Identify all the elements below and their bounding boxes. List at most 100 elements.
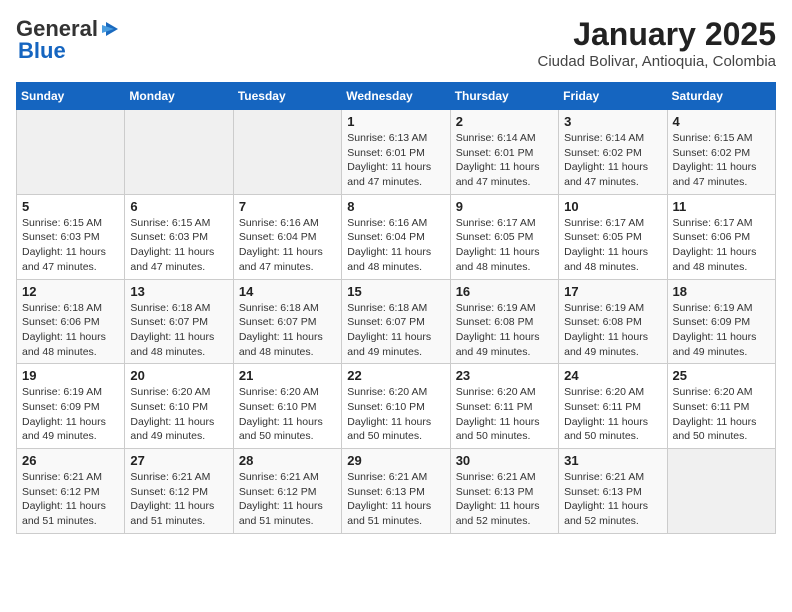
day-info: Sunrise: 6:15 AMSunset: 6:02 PMDaylight:… <box>673 131 770 190</box>
day-info: Sunrise: 6:20 AMSunset: 6:10 PMDaylight:… <box>239 385 336 444</box>
calendar-cell: 15 Sunrise: 6:18 AMSunset: 6:07 PMDayligh… <box>342 279 450 364</box>
column-header-thursday: Thursday <box>450 83 558 110</box>
day-number: 23 <box>456 368 553 383</box>
calendar-cell: 12 Sunrise: 6:18 AMSunset: 6:06 PMDayligh… <box>17 279 125 364</box>
logo-bird-icon <box>100 18 122 40</box>
calendar-week-row: 1 Sunrise: 6:13 AMSunset: 6:01 PMDaylight… <box>17 110 776 195</box>
page-header: General Blue January 2025 Ciudad Bolivar… <box>16 16 776 70</box>
day-number: 27 <box>130 453 227 468</box>
day-info: Sunrise: 6:18 AMSunset: 6:07 PMDaylight:… <box>130 301 227 360</box>
calendar-cell: 16 Sunrise: 6:19 AMSunset: 6:08 PMDayligh… <box>450 279 558 364</box>
day-number: 13 <box>130 284 227 299</box>
calendar-cell: 29 Sunrise: 6:21 AMSunset: 6:13 PMDayligh… <box>342 449 450 534</box>
calendar-cell: 1 Sunrise: 6:13 AMSunset: 6:01 PMDaylight… <box>342 110 450 195</box>
column-header-friday: Friday <box>559 83 667 110</box>
day-number: 12 <box>22 284 119 299</box>
calendar-week-row: 12 Sunrise: 6:18 AMSunset: 6:06 PMDayligh… <box>17 279 776 364</box>
day-number: 26 <box>22 453 119 468</box>
calendar-cell: 2Sunrise: 6:14 AMSunset: 6:01 PMDaylight… <box>450 110 558 195</box>
day-number: 17 <box>564 284 661 299</box>
calendar-cell: 13 Sunrise: 6:18 AMSunset: 6:07 PMDayligh… <box>125 279 233 364</box>
day-info: Sunrise: 6:20 AMSunset: 6:11 PMDaylight:… <box>673 385 770 444</box>
page-title: January 2025 <box>538 16 776 53</box>
day-number: 25 <box>673 368 770 383</box>
calendar-cell: 23 Sunrise: 6:20 AMSunset: 6:11 PMDayligh… <box>450 364 558 449</box>
calendar-cell: 19Sunrise: 6:19 AMSunset: 6:09 PMDayligh… <box>17 364 125 449</box>
day-number: 2 <box>456 114 553 129</box>
day-info: Sunrise: 6:19 AMSunset: 6:08 PMDaylight:… <box>564 301 661 360</box>
column-header-sunday: Sunday <box>17 83 125 110</box>
day-info: Sunrise: 6:20 AMSunset: 6:11 PMDaylight:… <box>456 385 553 444</box>
day-number: 28 <box>239 453 336 468</box>
day-number: 20 <box>130 368 227 383</box>
logo-blue: Blue <box>18 38 66 64</box>
calendar-cell: 20 Sunrise: 6:20 AMSunset: 6:10 PMDayligh… <box>125 364 233 449</box>
calendar-cell: 25 Sunrise: 6:20 AMSunset: 6:11 PMDayligh… <box>667 364 775 449</box>
day-number: 15 <box>347 284 444 299</box>
day-number: 31 <box>564 453 661 468</box>
day-number: 6 <box>130 199 227 214</box>
day-number: 3 <box>564 114 661 129</box>
day-info: Sunrise: 6:15 AMSunset: 6:03 PMDaylight:… <box>22 216 119 275</box>
calendar-cell: 26 Sunrise: 6:21 AMSunset: 6:12 PMDayligh… <box>17 449 125 534</box>
calendar-header-row: SundayMondayTuesdayWednesdayThursdayFrid… <box>17 83 776 110</box>
page-subtitle: Ciudad Bolivar, Antioquia, Colombia <box>538 53 776 70</box>
calendar-cell: 24Sunrise: 6:20 AMSunset: 6:11 PMDayligh… <box>559 364 667 449</box>
day-info: Sunrise: 6:20 AMSunset: 6:10 PMDaylight:… <box>347 385 444 444</box>
day-info: Sunrise: 6:16 AMSunset: 6:04 PMDaylight:… <box>239 216 336 275</box>
day-info: Sunrise: 6:21 AMSunset: 6:12 PMDaylight:… <box>239 470 336 529</box>
day-number: 21 <box>239 368 336 383</box>
calendar-cell: 27 Sunrise: 6:21 AMSunset: 6:12 PMDayligh… <box>125 449 233 534</box>
day-number: 16 <box>456 284 553 299</box>
calendar-table: SundayMondayTuesdayWednesdayThursdayFrid… <box>16 82 776 534</box>
day-info: Sunrise: 6:21 AMSunset: 6:13 PMDaylight:… <box>347 470 444 529</box>
day-number: 18 <box>673 284 770 299</box>
day-number: 1 <box>347 114 444 129</box>
day-info: Sunrise: 6:19 AMSunset: 6:08 PMDaylight:… <box>456 301 553 360</box>
calendar-cell: 9 Sunrise: 6:17 AMSunset: 6:05 PMDaylight… <box>450 194 558 279</box>
column-header-monday: Monday <box>125 83 233 110</box>
calendar-cell <box>17 110 125 195</box>
calendar-week-row: 5 Sunrise: 6:15 AMSunset: 6:03 PMDaylight… <box>17 194 776 279</box>
column-header-tuesday: Tuesday <box>233 83 341 110</box>
calendar-cell <box>233 110 341 195</box>
day-number: 29 <box>347 453 444 468</box>
calendar-cell: 22 Sunrise: 6:20 AMSunset: 6:10 PMDayligh… <box>342 364 450 449</box>
calendar-cell: 18Sunrise: 6:19 AMSunset: 6:09 PMDayligh… <box>667 279 775 364</box>
day-number: 10 <box>564 199 661 214</box>
day-info: Sunrise: 6:18 AMSunset: 6:07 PMDaylight:… <box>347 301 444 360</box>
calendar-week-row: 19Sunrise: 6:19 AMSunset: 6:09 PMDayligh… <box>17 364 776 449</box>
column-header-saturday: Saturday <box>667 83 775 110</box>
day-info: Sunrise: 6:21 AMSunset: 6:13 PMDaylight:… <box>564 470 661 529</box>
day-info: Sunrise: 6:18 AMSunset: 6:06 PMDaylight:… <box>22 301 119 360</box>
calendar-cell: 14Sunrise: 6:18 AMSunset: 6:07 PMDayligh… <box>233 279 341 364</box>
calendar-cell <box>125 110 233 195</box>
calendar-cell: 6 Sunrise: 6:15 AMSunset: 6:03 PMDaylight… <box>125 194 233 279</box>
day-info: Sunrise: 6:14 AMSunset: 6:02 PMDaylight:… <box>564 131 661 190</box>
day-info: Sunrise: 6:21 AMSunset: 6:12 PMDaylight:… <box>22 470 119 529</box>
day-info: Sunrise: 6:17 AMSunset: 6:05 PMDaylight:… <box>564 216 661 275</box>
column-header-wednesday: Wednesday <box>342 83 450 110</box>
calendar-cell: 8Sunrise: 6:16 AMSunset: 6:04 PMDaylight… <box>342 194 450 279</box>
day-info: Sunrise: 6:18 AMSunset: 6:07 PMDaylight:… <box>239 301 336 360</box>
calendar-cell: 17 Sunrise: 6:19 AMSunset: 6:08 PMDayligh… <box>559 279 667 364</box>
day-info: Sunrise: 6:21 AMSunset: 6:12 PMDaylight:… <box>130 470 227 529</box>
calendar-week-row: 26 Sunrise: 6:21 AMSunset: 6:12 PMDayligh… <box>17 449 776 534</box>
day-info: Sunrise: 6:16 AMSunset: 6:04 PMDaylight:… <box>347 216 444 275</box>
day-info: Sunrise: 6:17 AMSunset: 6:06 PMDaylight:… <box>673 216 770 275</box>
day-info: Sunrise: 6:21 AMSunset: 6:13 PMDaylight:… <box>456 470 553 529</box>
day-number: 7 <box>239 199 336 214</box>
day-info: Sunrise: 6:15 AMSunset: 6:03 PMDaylight:… <box>130 216 227 275</box>
calendar-cell: 5 Sunrise: 6:15 AMSunset: 6:03 PMDaylight… <box>17 194 125 279</box>
day-info: Sunrise: 6:20 AMSunset: 6:10 PMDaylight:… <box>130 385 227 444</box>
day-info: Sunrise: 6:13 AMSunset: 6:01 PMDaylight:… <box>347 131 444 190</box>
day-number: 22 <box>347 368 444 383</box>
calendar-cell: 21 Sunrise: 6:20 AMSunset: 6:10 PMDayligh… <box>233 364 341 449</box>
calendar-cell <box>667 449 775 534</box>
day-info: Sunrise: 6:17 AMSunset: 6:05 PMDaylight:… <box>456 216 553 275</box>
calendar-cell: 10 Sunrise: 6:17 AMSunset: 6:05 PMDayligh… <box>559 194 667 279</box>
calendar-cell: 4Sunrise: 6:15 AMSunset: 6:02 PMDaylight… <box>667 110 775 195</box>
day-number: 5 <box>22 199 119 214</box>
calendar-cell: 3 Sunrise: 6:14 AMSunset: 6:02 PMDaylight… <box>559 110 667 195</box>
day-number: 9 <box>456 199 553 214</box>
